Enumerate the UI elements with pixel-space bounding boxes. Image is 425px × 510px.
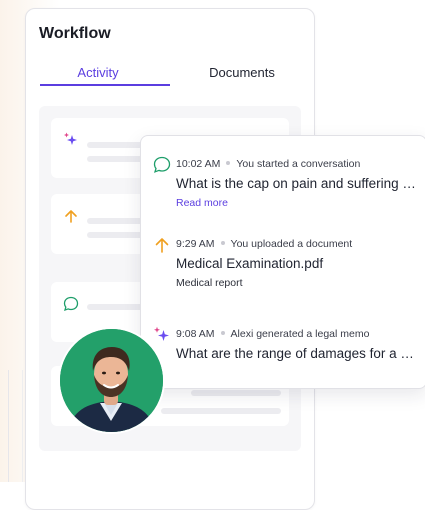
activity-headline: What are the range of damages for a b...	[176, 346, 416, 361]
background-divider	[8, 370, 9, 482]
skeleton-line	[87, 142, 147, 148]
arrow-up-icon	[65, 210, 77, 223]
activity-headline: What is the cap on pain and suffering in…	[176, 176, 416, 191]
skeleton-line	[87, 304, 147, 310]
separator-dot	[226, 161, 231, 166]
document-name[interactable]: Medical Examination.pdf	[176, 256, 416, 271]
activity-action: You uploaded a document	[230, 238, 353, 250]
activity-time: 10:02 AM	[176, 158, 221, 170]
separator-dot	[220, 241, 225, 246]
background-divider	[22, 370, 23, 482]
document-type: Medical report	[176, 277, 243, 289]
avatar	[58, 327, 165, 434]
activity-popover: 10:02 AM You started a conversation What …	[140, 135, 425, 389]
active-tab-indicator	[40, 84, 170, 86]
chat-bubble-icon	[63, 296, 79, 312]
arrow-up-icon	[155, 238, 169, 253]
activity-meta: 10:02 AM You started a conversation	[176, 158, 360, 170]
activity-time: 9:29 AM	[176, 238, 215, 250]
sparkle-icon	[64, 132, 77, 145]
skeleton-line	[191, 390, 281, 396]
tab-documents[interactable]: Documents	[170, 65, 314, 80]
sparkle-icon	[154, 326, 169, 341]
read-more-link[interactable]: Read more	[176, 197, 228, 209]
tab-activity[interactable]: Activity	[26, 65, 170, 80]
panel-title: Workflow	[39, 25, 111, 42]
activity-meta: 9:29 AM You uploaded a document	[176, 238, 352, 250]
activity-time: 9:08 AM	[176, 328, 215, 340]
activity-meta: 9:08 AM Alexi generated a legal memo	[176, 328, 369, 340]
skeleton-line	[161, 408, 281, 414]
skeleton-line	[87, 218, 147, 224]
separator-dot	[220, 331, 225, 336]
user-portrait-icon	[60, 329, 163, 432]
activity-action: Alexi generated a legal memo	[230, 328, 370, 340]
chat-bubble-icon	[153, 156, 171, 173]
activity-action: You started a conversation	[236, 158, 361, 170]
